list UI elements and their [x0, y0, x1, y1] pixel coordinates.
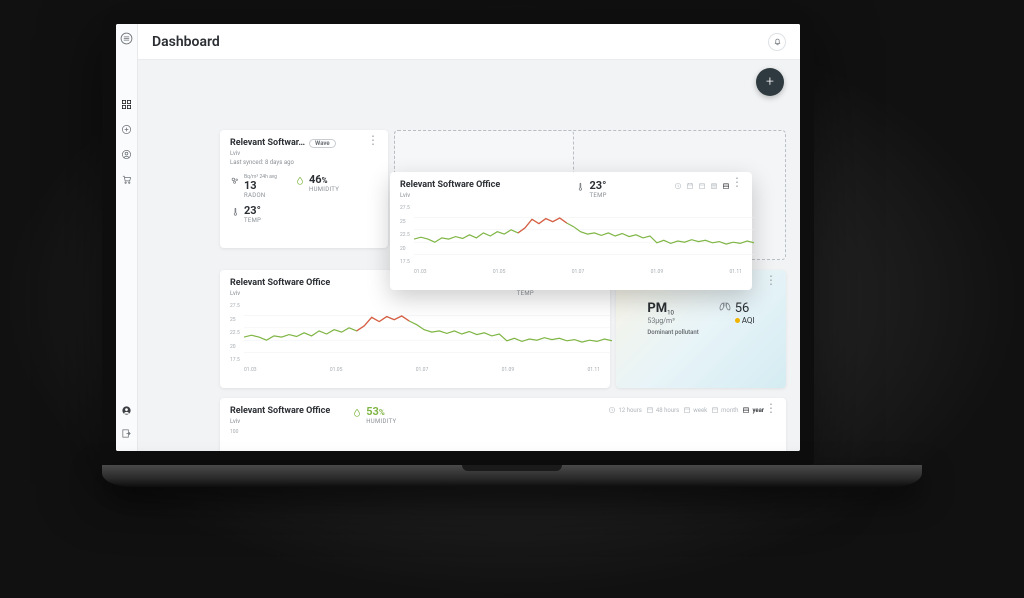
card-title: Relevant Software Office: [400, 180, 500, 190]
drop-icon: [295, 176, 305, 186]
card-synced: Last synced: 8 days ago: [230, 159, 378, 166]
nav-dashboard[interactable]: [121, 99, 132, 112]
card-menu[interactable]: ⋮: [765, 277, 778, 283]
card-location: Lviv: [230, 150, 378, 157]
nav-logout[interactable]: [121, 428, 132, 441]
range-48h[interactable]: 48 hours: [646, 406, 679, 414]
header: Dashboard: [138, 24, 800, 60]
menu-icon[interactable]: [120, 32, 133, 47]
metric-humidity: 46% HUMIDITY: [295, 174, 339, 199]
range-12h[interactable]: 12 hours: [608, 406, 641, 414]
range-week[interactable]: week: [683, 406, 707, 414]
temp-chart: 27.52522.52017.5 01.0301.0501.0701.0901.…: [230, 303, 600, 373]
radon-icon: [230, 176, 240, 186]
metric-aqi: 56 AQI: [719, 301, 755, 325]
card-menu[interactable]: ⋮: [765, 405, 778, 411]
sidebar: [116, 24, 138, 451]
nav-account[interactable]: [121, 149, 132, 162]
add-fab[interactable]: +: [756, 68, 784, 96]
thermometer-icon: [230, 207, 240, 217]
card-wave: ⋮ Relevant Softwar… Wave Lviv Last synce…: [220, 130, 388, 248]
notifications-button[interactable]: [768, 33, 786, 51]
card-location: Lviv: [400, 192, 500, 199]
card-menu[interactable]: ⋮: [367, 137, 380, 143]
range-month[interactable]: [710, 182, 718, 190]
nav-add[interactable]: [121, 124, 132, 137]
metric-temp: 23° TEMP: [230, 205, 261, 224]
nav-profile[interactable]: [121, 405, 132, 418]
temp-chart: 27.52522.52017.5 01.0301.0501.0701.0901.…: [400, 205, 742, 275]
range-year[interactable]: year: [742, 406, 764, 414]
metric-radon: Bq/m³ 24h avg 13 RADON: [230, 174, 277, 199]
metric-pm: PM10 53µg/m³ Dominant pollutant: [647, 301, 698, 336]
thermometer-icon: [575, 182, 585, 192]
card-title: Relevant Softwar…: [230, 138, 305, 148]
timerange: [674, 182, 730, 190]
lungs-icon: [719, 301, 731, 315]
range-year[interactable]: [722, 182, 730, 190]
page-title: Dashboard: [152, 34, 220, 50]
card-temp-float[interactable]: ⋮ Relevant Software Office Lviv 23°TEMP: [390, 172, 752, 290]
range-48h[interactable]: [686, 182, 694, 190]
card-menu[interactable]: ⋮: [731, 179, 744, 185]
range-week[interactable]: [698, 182, 706, 190]
card-humidity: ⋮ Relevant Software Office Lviv 53%HUMID…: [220, 398, 786, 451]
range-12h[interactable]: [674, 182, 682, 190]
drop-icon: [352, 408, 362, 418]
timerange: 12 hours 48 hours week month year: [608, 406, 764, 414]
nav-cart[interactable]: [121, 174, 132, 187]
range-month[interactable]: month: [711, 406, 738, 414]
device-tag: Wave: [309, 139, 336, 148]
